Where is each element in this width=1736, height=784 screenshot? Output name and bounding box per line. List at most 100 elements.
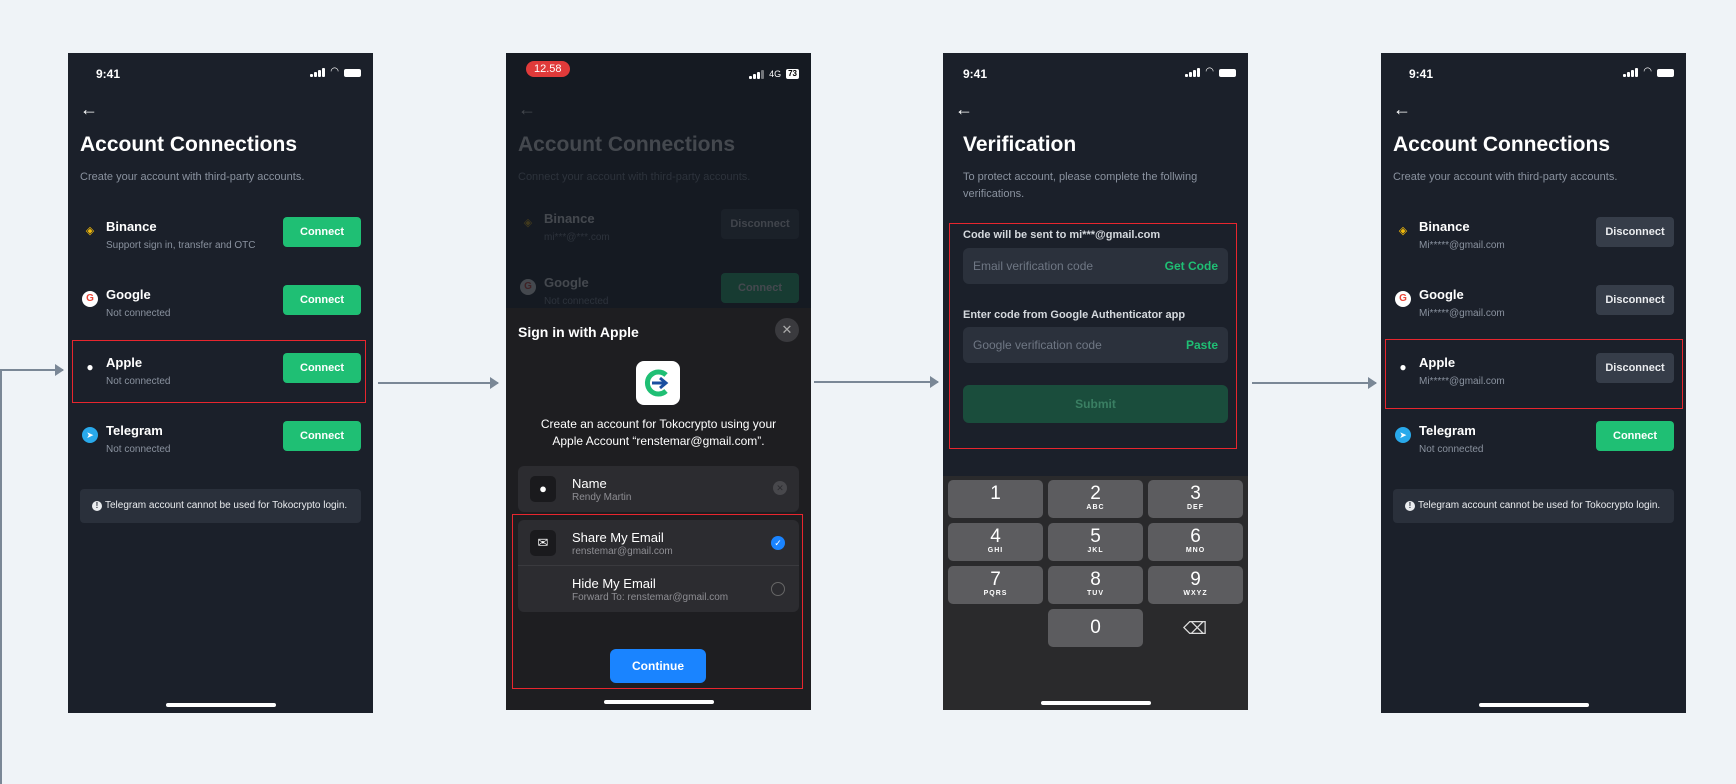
close-icon[interactable]: ✕ — [775, 318, 799, 342]
row-name: Telegram — [1419, 423, 1476, 438]
key-1[interactable]: 1 — [948, 480, 1043, 518]
clear-name-icon[interactable]: ✕ — [773, 481, 787, 495]
status-time: 9:41 — [963, 67, 988, 81]
page-title: Verification — [963, 133, 1077, 156]
connect-google-button: Connect — [721, 273, 799, 303]
key-7[interactable]: 7 PQRS — [948, 566, 1043, 604]
signal-icon — [310, 68, 326, 77]
status-time: 9:41 — [1409, 67, 1434, 81]
disconnect-google-button[interactable]: Disconnect — [1596, 285, 1674, 315]
telegram-icon: ➤ — [1395, 427, 1411, 443]
arrow-left-icon[interactable]: ← — [955, 99, 973, 120]
battery-level: 73 — [786, 69, 799, 79]
row-sub: Mi*****@gmail.com — [1419, 240, 1505, 251]
key-8[interactable]: 8 TUV — [1048, 566, 1143, 604]
home-indicator[interactable] — [1478, 703, 1589, 707]
page-subtitle: Create your account with third-party acc… — [1393, 171, 1618, 183]
key-6[interactable]: 6 MNO — [1148, 523, 1243, 561]
flow-arrow-3-to-4 — [1252, 377, 1377, 389]
name-card[interactable]: ● Name Rendy Martin ✕ — [518, 466, 799, 512]
binance-icon: ◈ — [85, 225, 95, 237]
telegram-icon: ➤ — [82, 427, 98, 443]
battery-icon — [1657, 69, 1674, 77]
row-name: Binance — [544, 211, 595, 226]
page-subtitle: Create your account with third-party acc… — [80, 171, 305, 183]
google-icon: G — [520, 279, 536, 295]
arrow-left-icon[interactable]: ← — [80, 99, 98, 120]
wifi-icon: ◠ — [1205, 66, 1214, 77]
info-icon: ! — [92, 501, 102, 511]
status-icons: 4G 73 — [749, 69, 799, 79]
highlight-apple-row-connected — [1385, 339, 1683, 409]
row-name: Binance — [106, 219, 157, 234]
connect-google-button[interactable]: Connect — [283, 285, 361, 315]
flow-arrow-1-to-2 — [378, 377, 499, 389]
key-0[interactable]: 0 — [1048, 609, 1143, 647]
disconnect-binance-button[interactable]: Disconnect — [1596, 217, 1674, 247]
highlight-apple-row — [72, 340, 366, 403]
network-type: 4G — [769, 69, 782, 79]
name-label: Name — [572, 476, 607, 491]
google-icon: G — [82, 291, 98, 307]
info-icon: ! — [1405, 501, 1415, 511]
status-icons: ◠ — [1185, 67, 1236, 77]
highlight-verification-form — [949, 223, 1237, 449]
flow-arrow-2-to-3 — [814, 376, 939, 388]
binance-icon: ◈ — [523, 217, 533, 229]
home-indicator[interactable] — [1040, 701, 1151, 705]
signal-icon — [1185, 68, 1201, 77]
row-telegram: ➤ Telegram Not connected Connect — [80, 421, 373, 467]
row-name: Google — [106, 287, 151, 302]
row-google: G Google Mi*****@gmail.com Disconnect — [1393, 285, 1686, 331]
arrow-left-icon: ← — [518, 99, 536, 119]
row-sub: mi***@***.com — [544, 232, 610, 243]
disconnect-binance-button: Disconnect — [721, 209, 799, 239]
page-subtitle: To protect account, please complete the … — [963, 171, 1198, 200]
row-sub: Not connected — [106, 444, 171, 455]
flow-arrow-into-screen1 — [0, 364, 64, 376]
key-4[interactable]: 4 GHI — [948, 523, 1043, 561]
connect-telegram-button[interactable]: Connect — [1596, 421, 1674, 451]
person-icon: ● — [530, 476, 556, 502]
page-title: Account Connections — [80, 133, 298, 156]
connect-binance-button[interactable]: Connect — [283, 217, 361, 247]
sheet-description: Create an account for Tokocrypto using y… — [540, 417, 777, 448]
status-time: 9:41 — [96, 67, 121, 81]
telegram-notice: ! Telegram account cannot be used for Tok… — [1393, 489, 1674, 523]
row-sub: Not connected — [544, 296, 609, 307]
row-binance: ◈ Binance mi***@***.com Disconnect — [518, 209, 811, 255]
notice-text: Telegram account cannot be used for Toko… — [1418, 500, 1661, 511]
arrow-left-icon[interactable]: ← — [1393, 99, 1411, 120]
row-name: Google — [544, 275, 589, 290]
google-icon: G — [1395, 291, 1411, 307]
row-sub: Mi*****@gmail.com — [1419, 308, 1505, 319]
sheet-title: Sign in with Apple — [518, 324, 639, 340]
connect-telegram-button[interactable]: Connect — [283, 421, 361, 451]
telegram-notice: ! Telegram account cannot be used for Tok… — [80, 489, 361, 523]
row-binance: ◈ Binance Support sign in, transfer and … — [80, 217, 373, 263]
status-bar: 9:41 ◠ — [943, 53, 1248, 93]
row-sub: Support sign in, transfer and OTC — [106, 240, 256, 251]
row-name: Telegram — [106, 423, 163, 438]
signal-icon — [749, 70, 765, 79]
key-3[interactable]: 3 DEF — [1148, 480, 1243, 518]
status-bar: 9:41 ◠ — [68, 53, 373, 93]
numeric-keypad: 1 2 ABC 3 DEF 4 GHI 5 JKL 6 MNO 7 PQRS 8 TUV 9W… — [943, 476, 1248, 710]
row-binance: ◈ Binance Mi*****@gmail.com Disconnect — [1393, 217, 1686, 263]
key-2[interactable]: 2 ABC — [1048, 480, 1143, 518]
row-name: Google — [1419, 287, 1464, 302]
home-indicator[interactable] — [165, 703, 276, 707]
home-indicator[interactable] — [603, 700, 714, 704]
page-subtitle: Connect your account with third-party ac… — [518, 171, 751, 183]
row-name: Binance — [1419, 219, 1470, 234]
page-title: Account Connections — [1393, 133, 1611, 156]
signal-icon — [1623, 68, 1639, 77]
row-sub: Not connected — [106, 308, 171, 319]
battery-icon — [344, 69, 361, 77]
highlight-email-section — [512, 514, 803, 689]
backspace-icon[interactable]: ⌫ — [1183, 619, 1207, 639]
key-5[interactable]: 5 JKL — [1048, 523, 1143, 561]
wifi-icon: ◠ — [1643, 66, 1652, 77]
key-9[interactable]: 9 WXYZ — [1148, 566, 1243, 604]
flow-line-left-vertical — [0, 370, 2, 784]
